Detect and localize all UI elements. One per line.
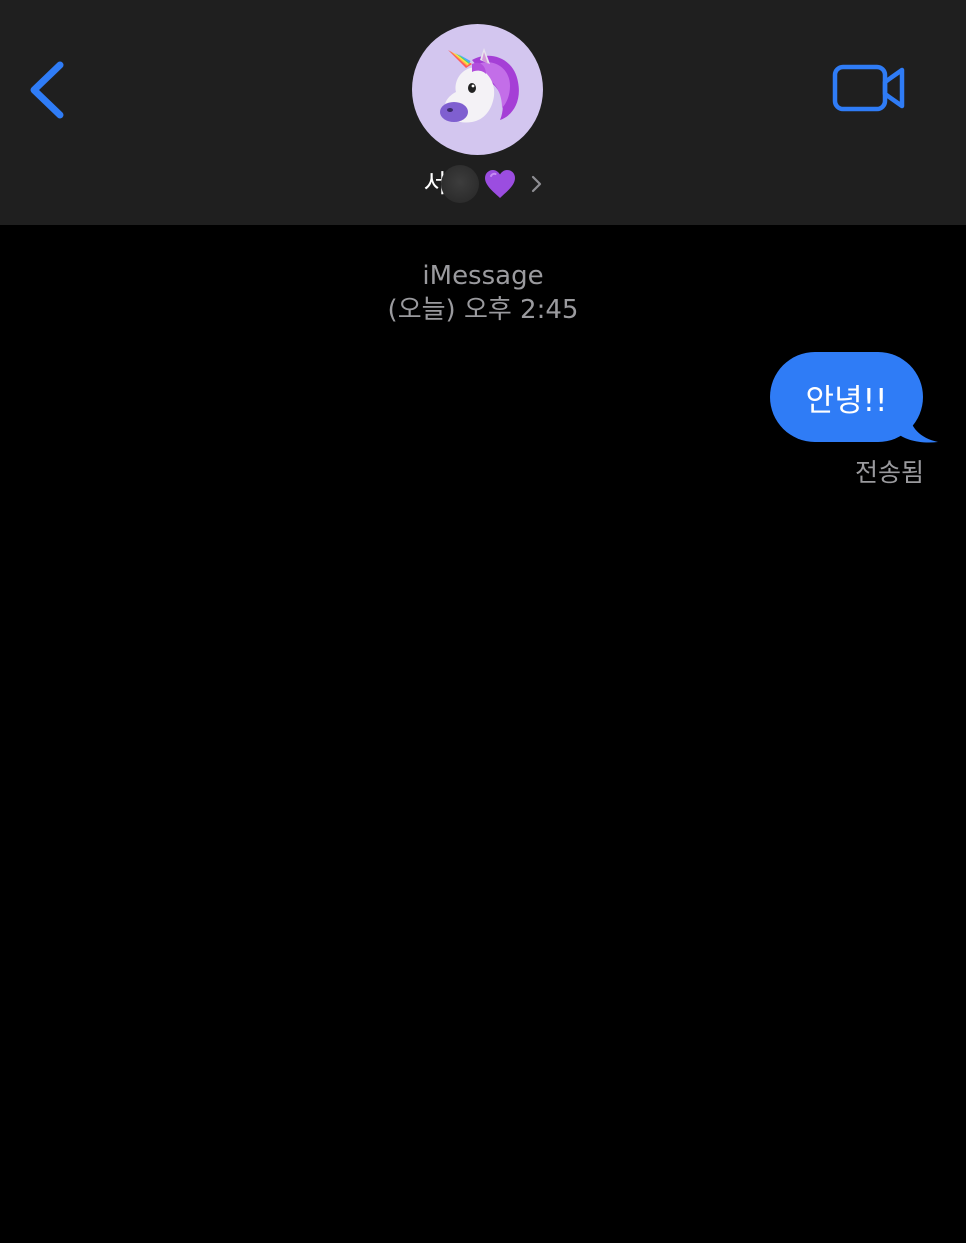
chevron-left-icon (30, 61, 64, 119)
messages-screen: 서 iMessage (오늘) 오후 2:45 안녕!! 전송됨 (0, 0, 966, 1243)
facetime-video-button[interactable] (828, 58, 910, 118)
message-bubble[interactable]: 안녕!! (770, 352, 923, 442)
video-camera-icon (832, 64, 905, 112)
message-timestamp: (오늘) 오후 2:45 (387, 295, 579, 325)
contact-avatar[interactable] (412, 24, 543, 155)
redacted-name-blur (440, 165, 479, 203)
chevron-right-icon (531, 175, 541, 193)
outgoing-message: 안녕!! (770, 352, 940, 444)
service-label: iMessage (422, 261, 544, 291)
purple-heart-icon (484, 170, 515, 198)
back-button[interactable] (22, 55, 78, 125)
contact-name: 서 (423, 162, 542, 206)
delivery-status: 전송됨 (854, 458, 924, 487)
conversation-header: 서 (0, 0, 966, 225)
unicorn-memoji-icon (440, 48, 519, 123)
contact-name-button[interactable]: 서 (0, 162, 966, 206)
